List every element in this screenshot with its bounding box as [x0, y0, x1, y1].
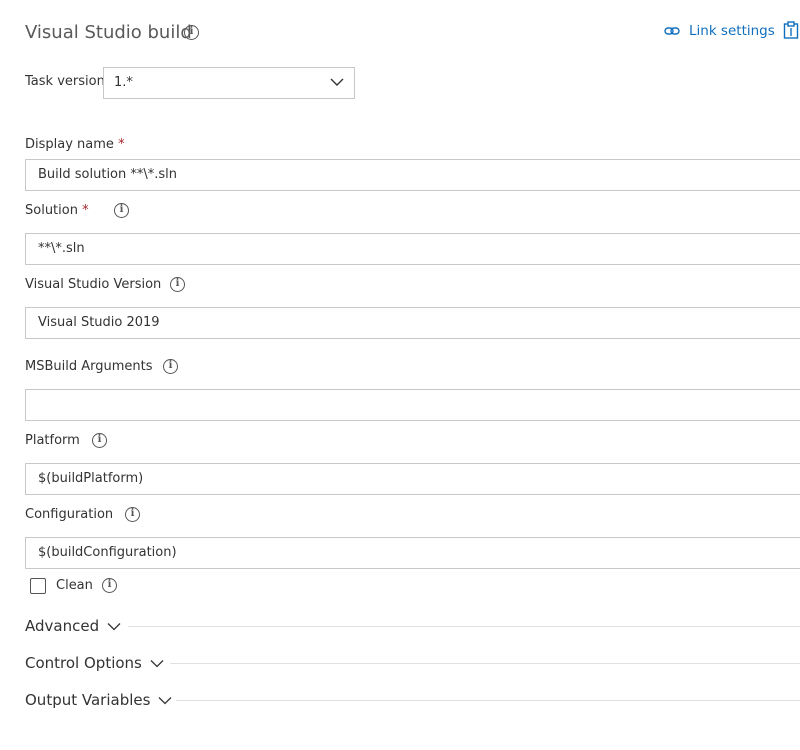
info-icon[interactable]: i: [170, 277, 185, 292]
info-icon[interactable]: i: [125, 507, 140, 522]
link-settings-label: Link settings: [689, 23, 775, 39]
link-settings-link[interactable]: Link settings: [664, 21, 775, 41]
section-divider: [176, 700, 800, 701]
msbuild-args-label: MSBuild Arguments: [25, 359, 153, 374]
chevron-down-icon: [107, 622, 121, 630]
info-icon[interactable]: i: [163, 359, 178, 374]
display-name-label: Display name *: [25, 137, 125, 152]
section-divider: [170, 663, 800, 664]
control-options-label: Control Options: [25, 654, 142, 672]
solution-input[interactable]: **\*.sln: [25, 233, 800, 265]
advanced-label: Advanced: [25, 617, 100, 635]
vs-version-label: Visual Studio Version: [25, 277, 162, 292]
link-icon: [664, 27, 680, 35]
page-title: Visual Studio build: [25, 22, 192, 43]
required-marker: *: [118, 137, 125, 152]
msbuild-args-input[interactable]: [25, 389, 800, 421]
info-icon[interactable]: i: [92, 433, 107, 448]
clean-checkbox[interactable]: [30, 578, 46, 594]
section-divider: [128, 626, 800, 627]
platform-input[interactable]: $(buildPlatform): [25, 463, 800, 495]
chevron-down-icon: [150, 659, 164, 667]
chevron-down-icon: [330, 78, 344, 86]
chevron-down-icon: [158, 696, 172, 704]
task-version-value: 1.*: [114, 75, 133, 90]
platform-label: Platform: [25, 433, 80, 448]
display-name-input[interactable]: Build solution **\*.sln: [25, 159, 800, 191]
required-marker: *: [82, 203, 89, 218]
info-icon[interactable]: i: [114, 203, 129, 218]
output-variables-label: Output Variables: [25, 691, 151, 709]
task-version-label: Task version: [25, 74, 105, 89]
info-icon[interactable]: i: [102, 578, 117, 593]
control-options-section-toggle[interactable]: Control Options: [25, 653, 164, 673]
configuration-label: Configuration: [25, 507, 114, 522]
info-icon[interactable]: i: [184, 25, 199, 40]
task-version-select[interactable]: 1.*: [103, 67, 355, 99]
advanced-section-toggle[interactable]: Advanced: [25, 616, 121, 636]
vs-version-select[interactable]: Visual Studio 2019: [25, 307, 800, 339]
configuration-input[interactable]: $(buildConfiguration): [25, 537, 800, 569]
output-variables-section-toggle[interactable]: Output Variables: [25, 690, 172, 710]
clipboard-icon[interactable]: [783, 21, 800, 39]
clean-label: Clean: [56, 578, 93, 593]
solution-label: Solution *: [25, 203, 89, 218]
